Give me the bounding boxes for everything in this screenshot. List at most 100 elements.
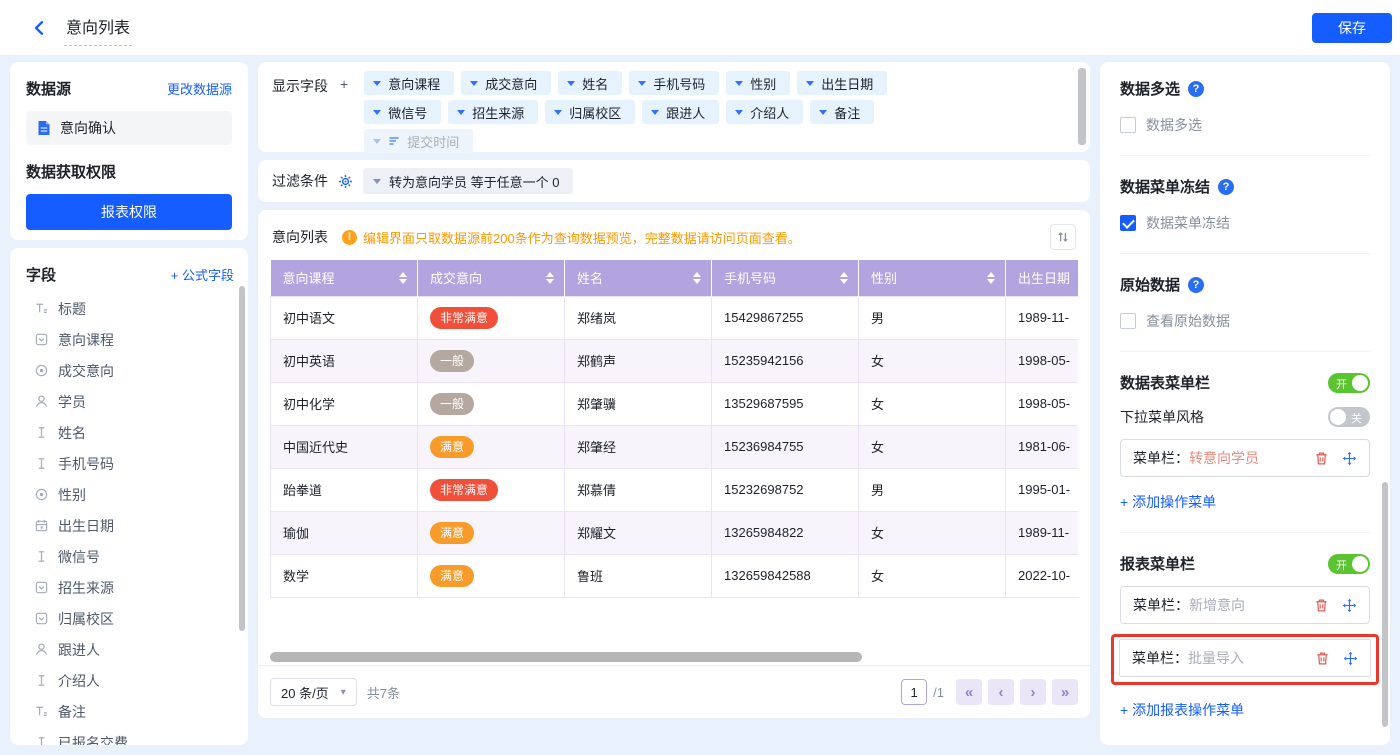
raw-data-title: 原始数据 (1120, 274, 1180, 295)
save-button[interactable]: 保存 (1312, 13, 1392, 43)
change-datasource-link[interactable]: 更改数据源 (167, 79, 232, 98)
menu-bar-item[interactable]: 菜单栏：转意向学员 (1120, 439, 1370, 477)
column-header[interactable]: 手机号码 (712, 260, 859, 296)
horizontal-scrollbar[interactable] (270, 652, 862, 662)
field-item[interactable]: 学员 (26, 386, 234, 417)
delete-menu-button[interactable] (1314, 598, 1329, 613)
field-item[interactable]: 已报名交费 (26, 727, 234, 745)
field-item[interactable]: 归属校区 (26, 603, 234, 634)
datasource-item[interactable]: 意向确认 (26, 111, 232, 145)
move-menu-button[interactable] (1343, 651, 1358, 666)
field-item[interactable]: 标题 (26, 293, 234, 324)
field-item[interactable]: 介绍人 (26, 665, 234, 696)
page-number-input[interactable]: 1 (901, 679, 927, 705)
add-formula-field-link[interactable]: + 公式字段 (171, 265, 234, 284)
name-cell: 郑耀文 (565, 511, 712, 554)
table-row: 初中化学一般郑肇骥13529687595女1998-05- (271, 382, 1079, 425)
add-table-menu-link[interactable]: + 添加操作菜单 (1120, 492, 1370, 512)
display-field-tag[interactable]: 性别 (726, 71, 790, 95)
display-field-tags: 意向课程成交意向姓名手机号码性别出生日期微信号招生来源归属校区跟进人介绍人备注提… (364, 71, 887, 143)
field-item[interactable]: 招生来源 (26, 572, 234, 603)
column-header[interactable]: 意向课程 (271, 260, 418, 296)
tag-label: 介绍人 (750, 103, 789, 122)
display-field-tag[interactable]: 归属校区 (545, 100, 635, 124)
field-label: 备注 (58, 702, 86, 722)
display-field-tag[interactable]: 跟进人 (642, 100, 719, 124)
display-field-tag[interactable]: 成交意向 (461, 71, 551, 95)
radio-icon (33, 363, 49, 379)
display-field-tag[interactable]: 意向课程 (364, 71, 454, 95)
fields-scrollbar[interactable] (239, 286, 245, 631)
course-cell: 初中英语 (271, 339, 418, 382)
display-field-tag[interactable]: 介绍人 (726, 100, 803, 124)
column-header[interactable]: 出生日期 (1006, 260, 1079, 296)
checkbox-icon[interactable] (1120, 117, 1136, 133)
phone-cell: 15236984755 (712, 425, 859, 468)
delete-menu-button[interactable] (1314, 451, 1329, 466)
display-field-tag[interactable]: 备注 (810, 100, 874, 124)
sort-carets-icon[interactable] (693, 268, 701, 288)
prev-page-button[interactable]: ‹ (988, 679, 1014, 705)
display-field-tag[interactable]: 出生日期 (797, 71, 887, 95)
display-field-tag[interactable]: 招生来源 (448, 100, 538, 124)
field-item[interactable]: 跟进人 (26, 634, 234, 665)
sort-carets-icon[interactable] (840, 268, 848, 288)
tag-label: 出生日期 (821, 74, 873, 93)
menu-bar-item[interactable]: 菜单栏：批量导入 (1119, 639, 1371, 677)
dropdown-style-toggle[interactable]: 关 (1328, 407, 1370, 427)
add-report-menu-link[interactable]: + 添加报表操作菜单 (1120, 700, 1370, 720)
page-size-select[interactable]: 20 条/页 ▾ (270, 678, 357, 706)
field-item[interactable]: 成交意向 (26, 355, 234, 386)
name-cell: 郑肇经 (565, 425, 712, 468)
last-page-button[interactable]: » (1052, 679, 1078, 705)
add-display-field-button[interactable]: + (336, 76, 352, 143)
display-field-tag[interactable]: 姓名 (558, 71, 622, 95)
menu-bar-item[interactable]: 菜单栏：新增意向 (1120, 586, 1370, 624)
field-item[interactable]: 备注 (26, 696, 234, 727)
filter-settings-button[interactable] (338, 174, 353, 189)
sort-carets-icon[interactable] (546, 268, 554, 288)
move-menu-button[interactable] (1342, 451, 1357, 466)
multi-select-checkbox-row[interactable]: 数据多选 (1120, 115, 1370, 135)
raw-data-checkbox-row[interactable]: 查看原始数据 (1120, 311, 1370, 331)
sort-order-button[interactable] (1050, 224, 1076, 250)
sort-carets-icon[interactable] (987, 268, 995, 288)
table-menu-toggle[interactable]: 开 (1328, 373, 1370, 393)
column-label: 出生日期 (1018, 271, 1070, 286)
field-item[interactable]: 手机号码 (26, 448, 234, 479)
delete-menu-button[interactable] (1315, 651, 1330, 666)
field-item[interactable]: 姓名 (26, 417, 234, 448)
back-button[interactable] (26, 15, 52, 41)
filter-condition-tag[interactable]: 转为意向学员 等于任意一个 0 (363, 168, 573, 194)
tag-label: 微信号 (388, 103, 427, 122)
help-icon[interactable]: ? (1218, 179, 1234, 195)
phone-cell: 13529687595 (712, 382, 859, 425)
trash-icon (1314, 598, 1329, 613)
checkbox-icon[interactable] (1120, 313, 1136, 329)
help-icon[interactable]: ? (1188, 81, 1204, 97)
settings-scrollbar[interactable] (1382, 482, 1388, 727)
report-menu-toggle[interactable]: 开 (1328, 554, 1370, 574)
field-item[interactable]: 微信号 (26, 541, 234, 572)
next-page-button[interactable]: › (1020, 679, 1046, 705)
display-field-tag[interactable]: 手机号码 (629, 71, 719, 95)
field-item[interactable]: 出生日期 (26, 510, 234, 541)
column-header[interactable]: 性别 (859, 260, 1006, 296)
select-icon (33, 611, 49, 627)
menu-freeze-checkbox-row[interactable]: 数据菜单冻结 (1120, 213, 1370, 233)
tag-label: 性别 (750, 74, 776, 93)
display-field-tag[interactable]: 微信号 (364, 100, 441, 124)
display-fields-scrollbar[interactable] (1078, 68, 1086, 145)
fields-title: 字段 (26, 264, 56, 285)
sort-carets-icon[interactable] (399, 268, 407, 288)
move-menu-button[interactable] (1342, 598, 1357, 613)
report-permission-button[interactable]: 报表权限 (26, 194, 232, 230)
help-icon[interactable]: ? (1188, 277, 1204, 293)
first-page-button[interactable]: « (956, 679, 982, 705)
field-item[interactable]: 意向课程 (26, 324, 234, 355)
checkbox-icon[interactable] (1120, 215, 1136, 231)
column-header[interactable]: 成交意向 (418, 260, 565, 296)
column-header[interactable]: 姓名 (565, 260, 712, 296)
preview-table-panel: 意向列表 ! 编辑界面只取数据源前200条作为查询数据预览，完整数据请访问页面查… (258, 210, 1090, 718)
field-item[interactable]: 性别 (26, 479, 234, 510)
